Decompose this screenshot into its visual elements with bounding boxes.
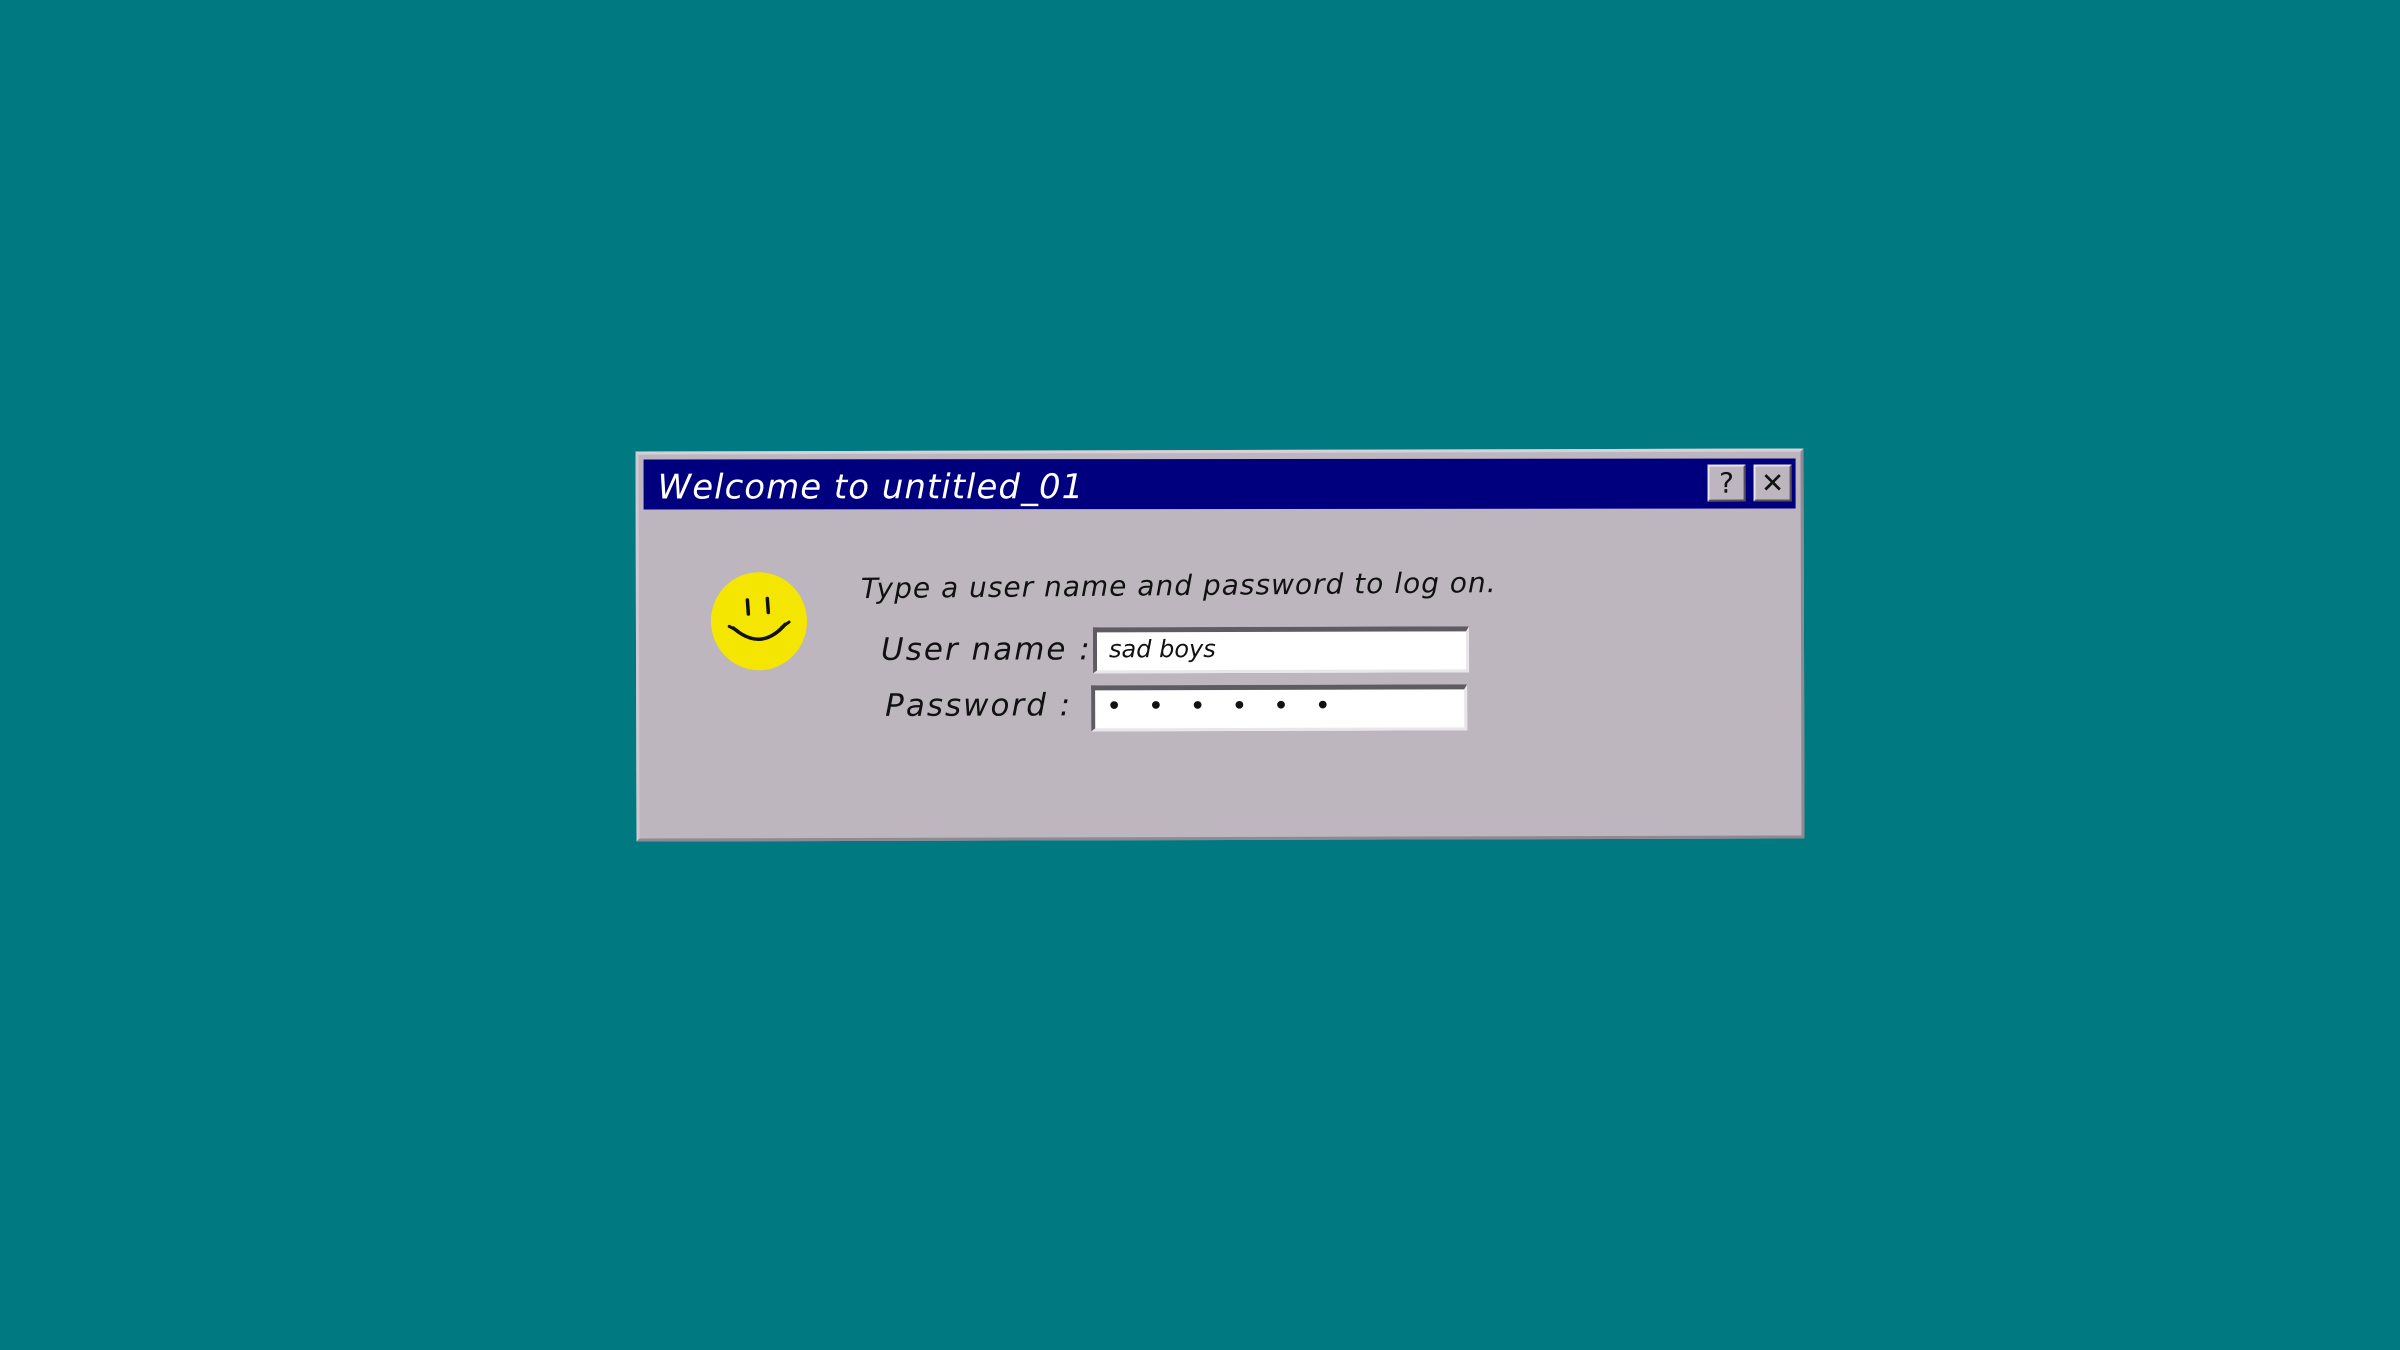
close-button[interactable]: ✕ <box>1753 464 1792 502</box>
instruction-text: Type a user name and password to log on. <box>860 566 1497 606</box>
close-icon: ✕ <box>1760 466 1785 500</box>
help-button[interactable]: ? <box>1707 464 1746 502</box>
username-label: User name : <box>880 631 1092 668</box>
login-dialog: Welcome to untitled_01 ? ✕ Type a user n… <box>635 448 1805 842</box>
question-mark-icon: ? <box>1719 466 1735 500</box>
desktop: Welcome to untitled_01 ? ✕ Type a user n… <box>0 0 2400 1350</box>
smiley-face-icon <box>707 568 811 674</box>
username-input[interactable]: sad boys <box>1092 626 1470 674</box>
dialog-title: Welcome to untitled_01 <box>657 467 1085 508</box>
password-label: Password : <box>885 687 1073 724</box>
title-bar[interactable]: Welcome to untitled_01 ? ✕ <box>643 458 1796 510</box>
password-input[interactable]: • • • • • • <box>1091 684 1468 732</box>
